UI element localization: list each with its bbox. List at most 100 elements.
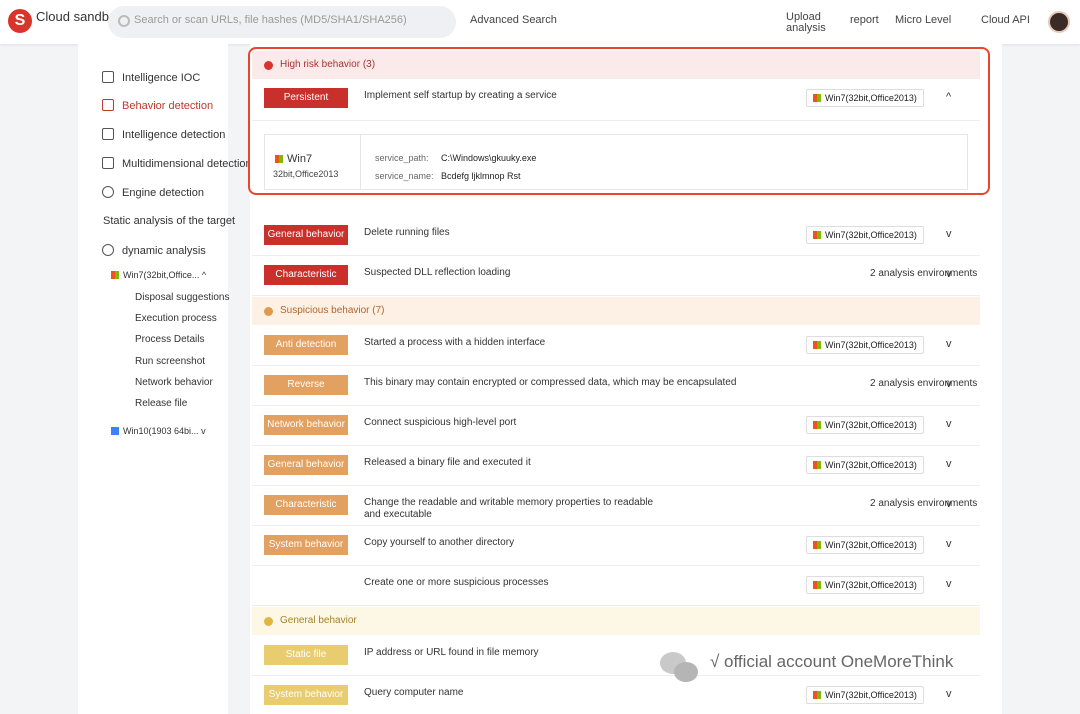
behavior-tag: General behavior bbox=[264, 225, 348, 245]
chevron-down-icon[interactable]: v bbox=[946, 228, 952, 240]
behavior-row[interactable]: System behavior Copy yourself to another… bbox=[252, 526, 980, 566]
sidebar-sub-network[interactable]: Network behavior bbox=[135, 377, 213, 388]
behavior-tag: Reverse engineering bbox=[264, 375, 348, 395]
sidebar-sub-release[interactable]: Release file bbox=[135, 398, 187, 409]
behavior-description: Create one or more suspicious processes bbox=[364, 577, 549, 588]
magnifier-icon bbox=[102, 157, 114, 169]
search-input[interactable]: Search or scan URLs, file hashes (MD5/SH… bbox=[134, 14, 407, 26]
behavior-row[interactable]: General behavior Delete running files Wi… bbox=[252, 216, 980, 256]
info-icon bbox=[264, 617, 273, 626]
environment-badge: Win7(32bit,Office2013) bbox=[806, 226, 924, 244]
chevron-down-icon[interactable]: v bbox=[946, 498, 952, 510]
section-general[interactable]: General behavior bbox=[252, 607, 980, 635]
top-header: S Cloud sandbox Search or scan URLs, fil… bbox=[0, 0, 1080, 44]
behavior-description: Suspected DLL reflection loading bbox=[364, 267, 511, 278]
search-box[interactable]: Search or scan URLs, file hashes (MD5/SH… bbox=[108, 6, 456, 38]
windows-icon bbox=[813, 691, 821, 699]
behavior-row[interactable]: Create one or more suspicious processes … bbox=[252, 566, 980, 606]
windows-icon bbox=[813, 421, 821, 429]
advanced-search-link[interactable]: Advanced Search bbox=[470, 14, 557, 26]
sidebar-sub-disposal[interactable]: Disposal suggestions bbox=[135, 292, 230, 303]
behavior-tag: Characteristic behavior bbox=[264, 495, 348, 515]
sidebar-item-intelligence-ioc[interactable]: Intelligence IOC bbox=[102, 71, 200, 84]
chevron-down-icon[interactable]: v bbox=[946, 578, 952, 590]
sidebar-sub-process[interactable]: Process Details bbox=[135, 334, 204, 345]
environment-badge: Win7(32bit,Office2013) bbox=[806, 456, 924, 474]
warning-icon bbox=[264, 307, 273, 316]
sidebar-item-static-analysis[interactable]: Static analysis of the target bbox=[103, 215, 235, 227]
behavior-tag: Characteristic behavior bbox=[264, 265, 348, 285]
sidebar: Intelligence IOC Behavior detection Inte… bbox=[78, 44, 252, 714]
sidebar-item-multidimensional-detection[interactable]: Multidimensional detection bbox=[102, 157, 252, 170]
chevron-up-icon: ^ bbox=[201, 270, 207, 280]
behavior-row[interactable]: Characteristic behavior Suspected DLL re… bbox=[252, 256, 980, 296]
behavior-description: Started a process with a hidden interfac… bbox=[364, 337, 546, 348]
sidebar-item-behavior-detection[interactable]: Behavior detection bbox=[102, 99, 213, 112]
wechat-icon bbox=[660, 652, 700, 684]
windows-icon bbox=[111, 427, 119, 435]
watermark-text: √ official account OneMoreThink bbox=[710, 652, 954, 671]
behavior-tag: General behavior bbox=[264, 455, 348, 475]
behavior-tag: Network behavior bbox=[264, 415, 348, 435]
behavior-description: Released a binary file and executed it bbox=[364, 457, 531, 468]
behavior-row[interactable]: Reverse engineering This binary may cont… bbox=[252, 366, 980, 406]
chevron-down-icon[interactable]: v bbox=[946, 418, 952, 430]
chevron-down-icon[interactable]: v bbox=[946, 268, 952, 280]
behavior-row[interactable]: Network behavior Connect suspicious high… bbox=[252, 406, 980, 446]
behavior-description: Query computer name bbox=[364, 687, 464, 698]
sidebar-item-dynamic-analysis[interactable]: dynamic analysis bbox=[102, 244, 206, 257]
chevron-down-icon: v bbox=[201, 426, 206, 436]
environment-badge: Win7(32bit,Office2013) bbox=[806, 416, 924, 434]
behavior-tag: System behavior bbox=[264, 535, 348, 555]
nav-micro-level[interactable]: Micro Level bbox=[895, 14, 973, 26]
search-icon bbox=[118, 15, 130, 27]
sidebar-sub-execution[interactable]: Execution process bbox=[135, 313, 217, 324]
behavior-row[interactable]: Anti detection behavior Started a proces… bbox=[252, 326, 980, 366]
chevron-down-icon[interactable]: v bbox=[946, 378, 952, 390]
chart-icon bbox=[102, 99, 114, 111]
grid-icon bbox=[102, 128, 114, 140]
environment-count: 2 analysis environments bbox=[870, 378, 978, 389]
chevron-down-icon[interactable]: v bbox=[946, 688, 952, 700]
nav-cloud-api[interactable]: Cloud API bbox=[981, 14, 1030, 26]
windows-icon bbox=[813, 541, 821, 549]
behavior-description: Copy yourself to another directory bbox=[364, 537, 515, 548]
chevron-down-icon[interactable]: v bbox=[946, 458, 952, 470]
windows-icon bbox=[813, 341, 821, 349]
behavior-description: Change the readable and writable memory … bbox=[364, 497, 654, 520]
environment-badge: Win7(32bit,Office2013) bbox=[806, 576, 924, 594]
sidebar-item-intelligence-detection[interactable]: Intelligence detection bbox=[102, 128, 225, 141]
behavior-row[interactable]: Characteristic behavior Change the reada… bbox=[252, 486, 980, 526]
nav-report[interactable]: report bbox=[850, 14, 879, 26]
sidebar-sub-screenshot[interactable]: Run screenshot bbox=[135, 356, 205, 367]
question-icon bbox=[102, 186, 114, 198]
behavior-description: Connect suspicious high-level port bbox=[364, 417, 517, 428]
environment-badge: Win7(32bit,Office2013) bbox=[806, 536, 924, 554]
environment-count: 2 analysis environments bbox=[870, 498, 978, 509]
chevron-down-icon[interactable]: v bbox=[946, 338, 952, 350]
environment-count: 2 analysis environments bbox=[870, 268, 978, 279]
sidebar-env-win7[interactable]: Win7(32bit,Office... ^ bbox=[111, 270, 206, 280]
gear-icon bbox=[102, 244, 114, 256]
windows-icon bbox=[111, 271, 119, 279]
behavior-description: Delete running files bbox=[364, 227, 450, 238]
behavior-tag: System behavior bbox=[264, 685, 348, 705]
ioc-icon bbox=[102, 71, 114, 83]
behavior-tag: Anti detection behavior bbox=[264, 335, 348, 355]
sidebar-item-engine-detection[interactable]: Engine detection bbox=[102, 186, 204, 199]
chevron-down-icon[interactable]: v bbox=[946, 538, 952, 550]
behavior-description: This binary may contain encrypted or com… bbox=[364, 377, 737, 388]
highlight-box bbox=[248, 47, 990, 195]
section-suspicious[interactable]: Suspicious behavior (7) bbox=[252, 297, 980, 325]
nav-upload-analysis[interactable]: Upload analysis bbox=[786, 12, 830, 34]
behavior-row[interactable]: General behavior Released a binary file … bbox=[252, 446, 980, 486]
user-avatar[interactable] bbox=[1048, 11, 1070, 33]
windows-icon bbox=[813, 231, 821, 239]
behavior-tag: Static file bbox=[264, 645, 348, 665]
environment-badge: Win7(32bit,Office2013) bbox=[806, 336, 924, 354]
windows-icon bbox=[813, 461, 821, 469]
windows-icon bbox=[813, 581, 821, 589]
sidebar-env-win10[interactable]: Win10(1903 64bi... v bbox=[111, 426, 206, 436]
watermark: √ official account OneMoreThink bbox=[660, 648, 1050, 688]
cloud-sandbox-logo[interactable]: S bbox=[8, 9, 32, 33]
